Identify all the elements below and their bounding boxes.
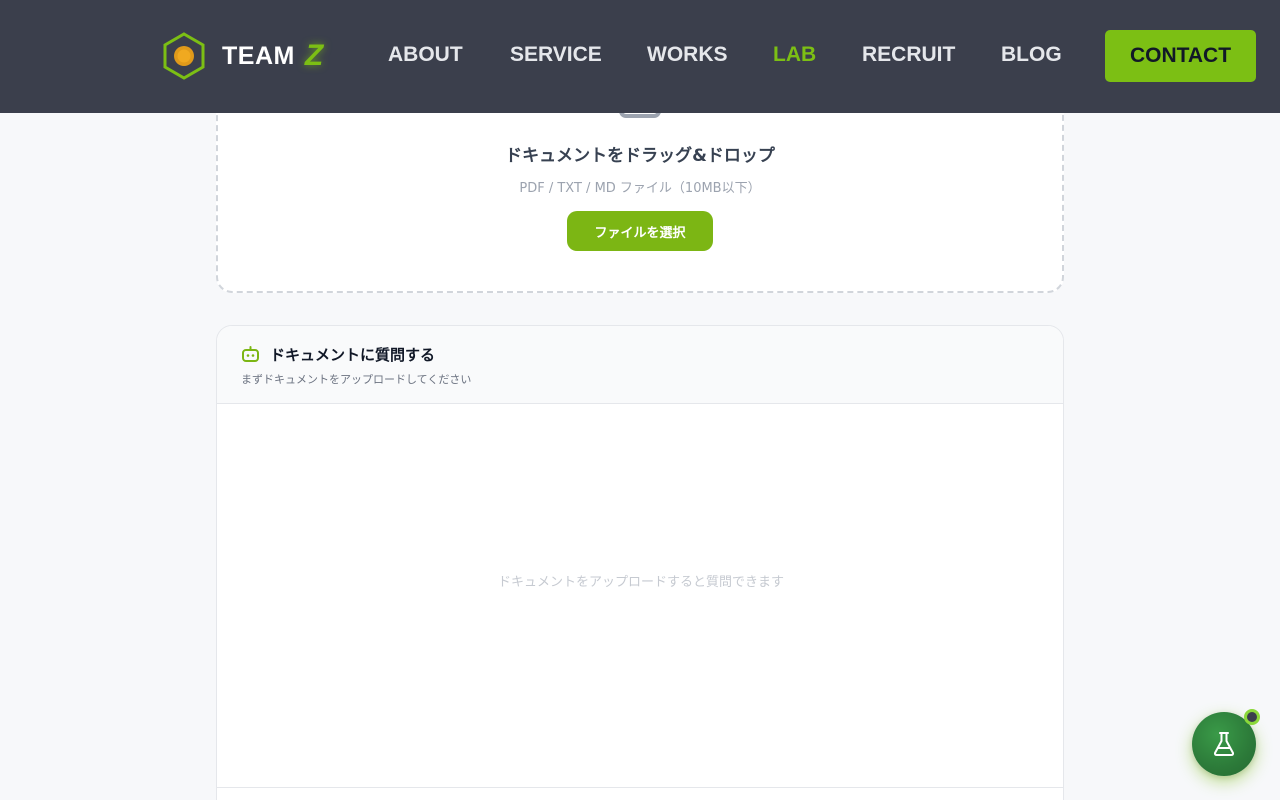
nav-blog[interactable]: BLOG [1001,43,1062,67]
chat-empty-message: ドキュメントをアップロードすると質問できます [497,575,784,590]
flask-icon [1213,732,1235,756]
nav-service[interactable]: SERVICE [510,43,602,67]
nav-works[interactable]: WORKS [647,43,728,67]
robot-icon [242,346,259,362]
logo-text: TEAM [222,41,295,70]
chat-input-divider [217,787,1063,788]
notification-dot [1244,709,1260,725]
upload-title: ドキュメントをドラッグ&ドロップ [505,146,775,166]
logo[interactable]: TEAM Z [160,32,323,80]
select-file-button[interactable]: ファイルを選択 [567,211,713,251]
nav-lab[interactable]: LAB [773,43,816,67]
chat-title: ドキュメントに質問する [270,346,436,364]
contact-button[interactable]: CONTACT [1105,30,1256,82]
nav-about[interactable]: ABOUT [388,43,463,67]
chat-subtitle: まずドキュメントをアップロードしてください [241,373,472,386]
chat-panel: ドキュメントに質問する まずドキュメントをアップロードしてください ドキュメント… [216,325,1064,800]
site-header: TEAM Z ABOUT SERVICE WORKS LAB RECRUIT B… [0,0,1280,113]
page: ドキュメントをドラッグ&ドロップ PDF / TXT / MD ファイル（10M… [0,0,1280,800]
logo-accent: Z [304,39,324,72]
nav-recruit[interactable]: RECRUIT [862,43,955,67]
upload-hint: PDF / TXT / MD ファイル（10MB以下） [519,181,761,196]
hexagon-logo-icon [163,32,205,80]
chat-header: ドキュメントに質問する まずドキュメントをアップロードしてください [217,326,1063,404]
